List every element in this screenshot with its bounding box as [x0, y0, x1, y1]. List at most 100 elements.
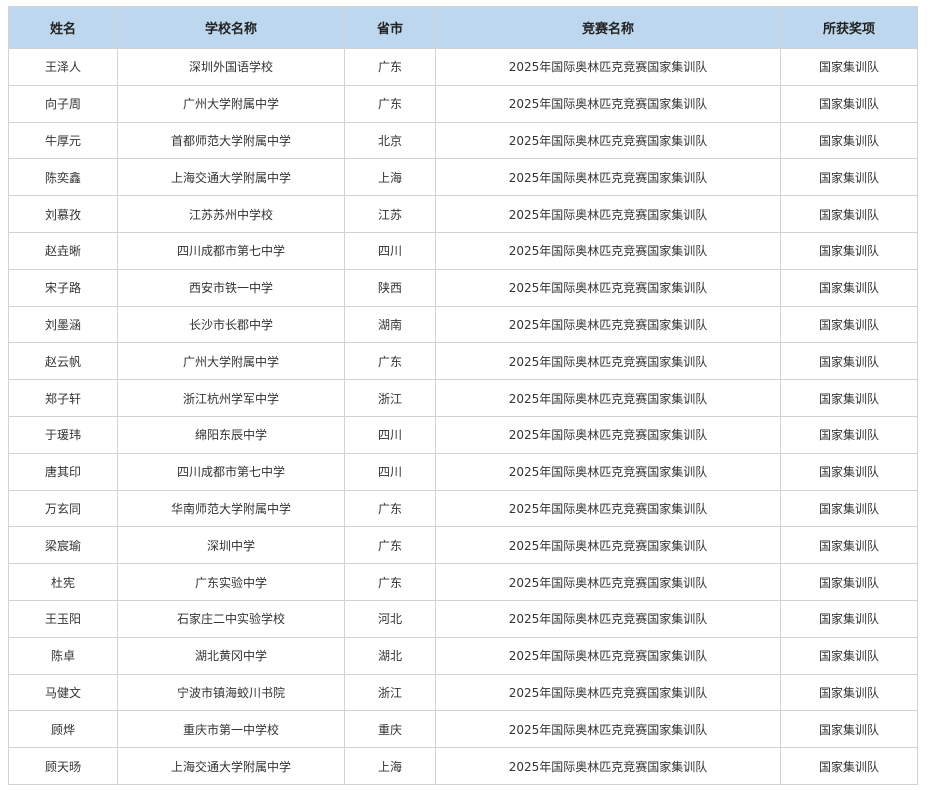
header-award: 所获奖项	[780, 6, 918, 49]
cell-award: 国家集训队	[780, 415, 918, 454]
cell-competition: 2025年国际奥林匹克竞赛国家集训队	[435, 489, 781, 528]
cell-name: 于瑗玮	[8, 415, 118, 454]
cell-province: 重庆	[344, 710, 436, 749]
cell-school: 深圳中学	[117, 526, 345, 565]
cell-school: 江苏苏州中学校	[117, 195, 345, 233]
header-row: 姓名 学校名称 省市 竞赛名称 所获奖项	[8, 6, 918, 49]
awards-table-container: 姓名 学校名称 省市 竞赛名称 所获奖项 王泽人 深圳外国语学校 广东 2025年国际…	[8, 6, 918, 785]
cell-school: 长沙市长郡中学	[117, 305, 345, 344]
cell-school: 上海交通大学附属中学	[117, 158, 345, 197]
cell-competition: 2025年国际奥林匹克竞赛国家集训队	[435, 195, 781, 233]
table-row: 向子周 广州大学附属中学 广东 2025年国际奥林匹克竞赛国家集训队 国家集训队	[8, 84, 918, 123]
cell-province: 上海	[344, 158, 436, 197]
cell-award: 国家集训队	[780, 158, 918, 197]
cell-school: 华南师范大学附属中学	[117, 489, 345, 528]
table-row: 顾烨 重庆市第一中学校 重庆 2025年国际奥林匹克竞赛国家集训队 国家集训队	[8, 710, 918, 749]
cell-competition: 2025年国际奥林匹克竞赛国家集训队	[435, 379, 781, 417]
cell-competition: 2025年国际奥林匹克竞赛国家集训队	[435, 673, 781, 712]
cell-province: 广东	[344, 342, 436, 381]
cell-award: 国家集训队	[780, 121, 918, 160]
table-row: 顾天旸 上海交通大学附属中学 上海 2025年国际奥林匹克竞赛国家集训队 国家集训队	[8, 747, 918, 785]
cell-name: 牛厚元	[8, 121, 118, 160]
cell-award: 国家集训队	[780, 526, 918, 565]
cell-competition: 2025年国际奥林匹克竞赛国家集训队	[435, 268, 781, 307]
cell-award: 国家集训队	[780, 710, 918, 749]
cell-name: 王玉阳	[8, 599, 118, 638]
cell-province: 四川	[344, 415, 436, 454]
cell-competition: 2025年国际奥林匹克竞赛国家集训队	[435, 231, 781, 270]
cell-name: 陈卓	[8, 636, 118, 675]
cell-award: 国家集训队	[780, 48, 918, 86]
cell-school: 广州大学附属中学	[117, 84, 345, 123]
cell-competition: 2025年国际奥林匹克竞赛国家集训队	[435, 452, 781, 491]
cell-province: 湖南	[344, 305, 436, 344]
cell-competition: 2025年国际奥林匹克竞赛国家集训队	[435, 158, 781, 197]
table-row: 宋子路 西安市铁一中学 陕西 2025年国际奥林匹克竞赛国家集训队 国家集训队	[8, 268, 918, 307]
cell-award: 国家集训队	[780, 636, 918, 675]
table-row: 杜宪 广东实验中学 广东 2025年国际奥林匹克竞赛国家集训队 国家集训队	[8, 563, 918, 601]
cell-school: 四川成都市第七中学	[117, 231, 345, 270]
cell-school: 四川成都市第七中学	[117, 452, 345, 491]
cell-school: 绵阳东辰中学	[117, 415, 345, 454]
cell-name: 王泽人	[8, 48, 118, 86]
cell-school: 上海交通大学附属中学	[117, 747, 345, 785]
cell-award: 国家集训队	[780, 268, 918, 307]
cell-province: 浙江	[344, 673, 436, 712]
cell-award: 国家集训队	[780, 599, 918, 638]
cell-award: 国家集训队	[780, 563, 918, 601]
cell-name: 顾天旸	[8, 747, 118, 785]
cell-name: 顾烨	[8, 710, 118, 749]
cell-name: 赵垚晰	[8, 231, 118, 270]
cell-award: 国家集训队	[780, 489, 918, 528]
table-row: 王泽人 深圳外国语学校 广东 2025年国际奥林匹克竞赛国家集训队 国家集训队	[8, 48, 918, 86]
awards-table: 姓名 学校名称 省市 竞赛名称 所获奖项 王泽人 深圳外国语学校 广东 2025年国际…	[8, 6, 918, 785]
table-row: 马健文 宁波市镇海蛟川书院 浙江 2025年国际奥林匹克竞赛国家集训队 国家集训队	[8, 673, 918, 712]
cell-school: 西安市铁一中学	[117, 268, 345, 307]
header-name: 姓名	[8, 6, 118, 49]
cell-school: 宁波市镇海蛟川书院	[117, 673, 345, 712]
cell-school: 浙江杭州学军中学	[117, 379, 345, 417]
cell-school: 石家庄二中实验学校	[117, 599, 345, 638]
table-row: 陈卓 湖北黄冈中学 湖北 2025年国际奥林匹克竞赛国家集训队 国家集训队	[8, 636, 918, 675]
cell-competition: 2025年国际奥林匹克竞赛国家集训队	[435, 747, 781, 785]
cell-name: 陈奕鑫	[8, 158, 118, 197]
cell-school: 广东实验中学	[117, 563, 345, 601]
cell-competition: 2025年国际奥林匹克竞赛国家集训队	[435, 563, 781, 601]
cell-province: 广东	[344, 48, 436, 86]
table-row: 牛厚元 首都师范大学附属中学 北京 2025年国际奥林匹克竞赛国家集训队 国家集训队	[8, 121, 918, 160]
cell-competition: 2025年国际奥林匹克竞赛国家集训队	[435, 121, 781, 160]
table-row: 陈奕鑫 上海交通大学附属中学 上海 2025年国际奥林匹克竞赛国家集训队 国家集训队	[8, 158, 918, 197]
cell-award: 国家集训队	[780, 452, 918, 491]
cell-competition: 2025年国际奥林匹克竞赛国家集训队	[435, 636, 781, 675]
cell-competition: 2025年国际奥林匹克竞赛国家集训队	[435, 415, 781, 454]
cell-province: 江苏	[344, 195, 436, 233]
cell-name: 宋子路	[8, 268, 118, 307]
table-row: 梁宸瑜 深圳中学 广东 2025年国际奥林匹克竞赛国家集训队 国家集训队	[8, 526, 918, 565]
cell-competition: 2025年国际奥林匹克竞赛国家集训队	[435, 599, 781, 638]
cell-name: 万玄同	[8, 489, 118, 528]
cell-award: 国家集训队	[780, 305, 918, 344]
cell-name: 马健文	[8, 673, 118, 712]
cell-competition: 2025年国际奥林匹克竞赛国家集训队	[435, 342, 781, 381]
cell-competition: 2025年国际奥林匹克竞赛国家集训队	[435, 710, 781, 749]
cell-province: 广东	[344, 84, 436, 123]
cell-province: 广东	[344, 489, 436, 528]
cell-name: 梁宸瑜	[8, 526, 118, 565]
table-row: 郑子轩 浙江杭州学军中学 浙江 2025年国际奥林匹克竞赛国家集训队 国家集训队	[8, 379, 918, 417]
cell-province: 广东	[344, 526, 436, 565]
table-row: 王玉阳 石家庄二中实验学校 河北 2025年国际奥林匹克竞赛国家集训队 国家集训队	[8, 599, 918, 638]
cell-school: 湖北黄冈中学	[117, 636, 345, 675]
table-row: 赵云帆 广州大学附属中学 广东 2025年国际奥林匹克竞赛国家集训队 国家集训队	[8, 342, 918, 381]
cell-province: 广东	[344, 563, 436, 601]
cell-competition: 2025年国际奥林匹克竞赛国家集训队	[435, 526, 781, 565]
cell-school: 重庆市第一中学校	[117, 710, 345, 749]
header-competition: 竞赛名称	[435, 6, 781, 49]
table-row: 于瑗玮 绵阳东辰中学 四川 2025年国际奥林匹克竞赛国家集训队 国家集训队	[8, 415, 918, 454]
header-school: 学校名称	[117, 6, 345, 49]
table-row: 赵垚晰 四川成都市第七中学 四川 2025年国际奥林匹克竞赛国家集训队 国家集训队	[8, 231, 918, 270]
cell-award: 国家集训队	[780, 231, 918, 270]
cell-province: 湖北	[344, 636, 436, 675]
cell-award: 国家集训队	[780, 342, 918, 381]
cell-competition: 2025年国际奥林匹克竞赛国家集训队	[435, 48, 781, 86]
table-body: 王泽人 深圳外国语学校 广东 2025年国际奥林匹克竞赛国家集训队 国家集训队 向子周 广州…	[8, 48, 918, 785]
